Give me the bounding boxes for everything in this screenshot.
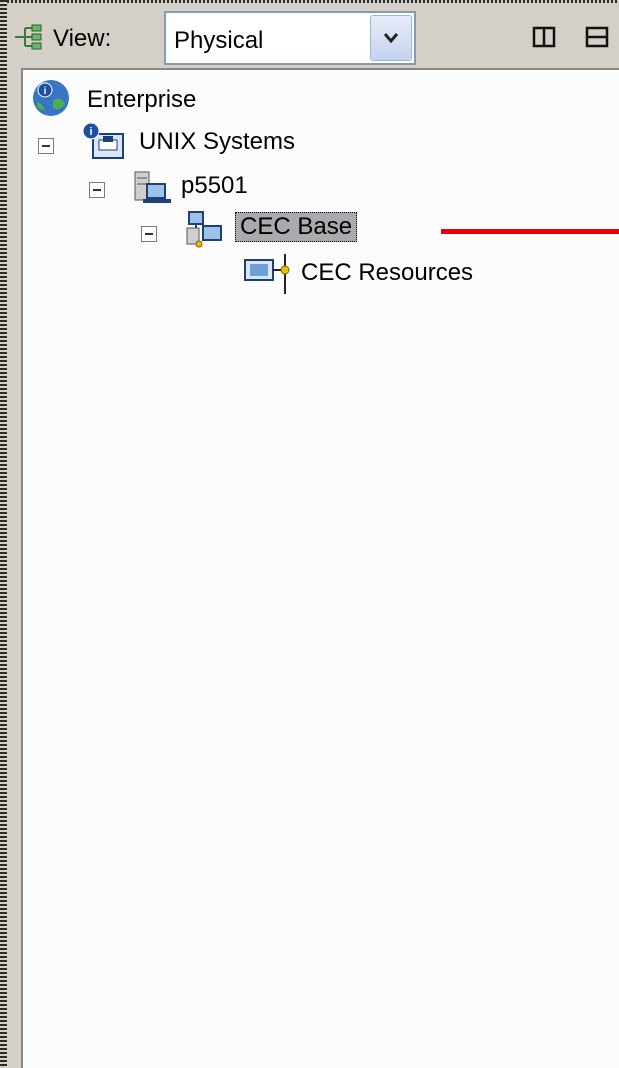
tree-node-p5501[interactable]: p5501 <box>131 166 391 206</box>
cec-resources-icon <box>244 254 290 294</box>
resource-tree: i Enterprise i UNIX Systems p5501 CEC Ba… <box>21 68 619 1068</box>
tree-node-label: UNIX Systems <box>139 128 296 155</box>
cec-system-icon <box>186 211 222 248</box>
chevron-down-icon <box>383 33 399 44</box>
view-toolbar: View: Physical <box>7 3 619 67</box>
tree-node-cec-resources[interactable]: CEC Resources <box>243 252 543 294</box>
system-group-icon: i <box>82 122 124 159</box>
view-dropdown-button[interactable] <box>370 15 412 61</box>
view-dropdown-value: Physical <box>174 27 264 54</box>
tree-node-label: Enterprise <box>87 86 197 113</box>
collapse-toggle[interactable] <box>89 182 105 198</box>
collapse-toggle[interactable] <box>141 226 157 242</box>
rows-layout-icon[interactable] <box>584 25 610 49</box>
network-view-icon <box>15 24 42 50</box>
collapse-toggle[interactable] <box>38 138 54 154</box>
globe-icon: i <box>33 80 69 116</box>
columns-layout-icon[interactable] <box>531 25 557 49</box>
tree-node-cec-base[interactable]: CEC Base <box>183 208 443 248</box>
tree-node-label-selected: CEC Base <box>235 212 358 242</box>
tree-node-label: CEC Resources <box>301 259 474 286</box>
svg-text:i: i <box>89 126 92 138</box>
annotation-pointer-line <box>441 229 619 234</box>
view-dropdown[interactable]: Physical <box>164 11 416 65</box>
tree-node-label: p5501 <box>181 172 248 199</box>
dotted-frame-border <box>0 0 7 1068</box>
server-icon <box>134 171 171 203</box>
view-label: View: <box>53 25 112 52</box>
tree-node-unix-systems[interactable]: i UNIX Systems <box>79 120 399 160</box>
tree-node-enterprise[interactable]: i Enterprise <box>29 78 329 118</box>
svg-text:i: i <box>44 86 47 97</box>
